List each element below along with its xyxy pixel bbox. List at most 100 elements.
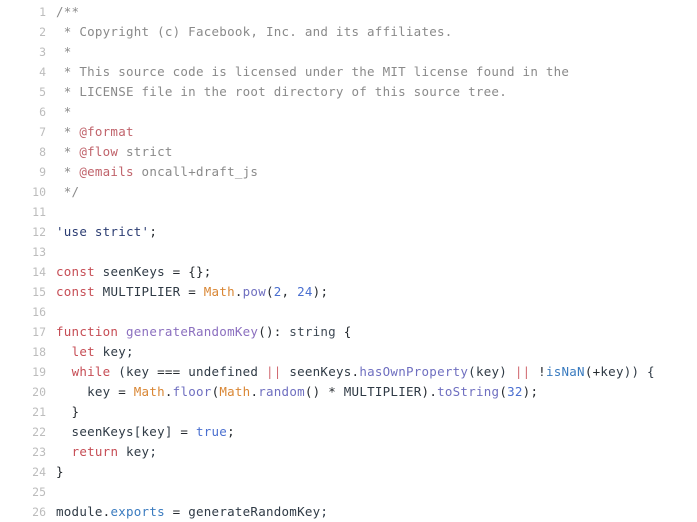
line-content: return key;: [46, 442, 157, 462]
line-number: 4: [39, 65, 46, 79]
line-content: * @emails oncall+draft_js: [46, 162, 258, 182]
code-token-builtin: Math: [203, 284, 235, 299]
code-token-string: 'use strict': [56, 224, 150, 239]
code-token-method: random: [258, 384, 305, 399]
code-token-plain: );: [312, 284, 329, 299]
line-number: 22: [32, 425, 46, 439]
line-content: seenKeys[key] = true;: [46, 422, 235, 442]
line-number: 6: [39, 105, 46, 119]
code-token-plain: ;: [227, 424, 235, 439]
code-token-doctag: @flow: [79, 144, 119, 159]
code-token-plain: ===: [157, 364, 181, 379]
code-line[interactable]: 19 while (key === undefined || seenKeys.…: [0, 362, 697, 382]
line-number: 5: [39, 85, 46, 99]
code-token-comment: * LICENSE file in the root directory of …: [56, 84, 507, 99]
code-line[interactable]: 11: [0, 202, 697, 222]
code-line[interactable]: 18 let key;: [0, 342, 697, 362]
code-token-comment: *: [56, 44, 72, 59]
line-number: 20: [32, 385, 46, 399]
line-number: 10: [32, 185, 46, 199]
code-token-type: string: [289, 324, 336, 339]
line-content: key = Math.floor(Math.random() * MULTIPL…: [46, 382, 538, 402]
code-token-op: ||: [265, 364, 282, 379]
code-line[interactable]: 12'use strict';: [0, 222, 697, 242]
code-line[interactable]: 16: [0, 302, 697, 322]
code-token-plain: (): [304, 384, 329, 399]
line-number: 21: [32, 405, 46, 419]
line-content: }: [46, 462, 64, 482]
line-content: *: [46, 102, 72, 122]
code-token-method: toString: [437, 384, 500, 399]
code-token-keyword: let: [71, 344, 95, 359]
line-content: *: [46, 42, 72, 62]
code-line[interactable]: 6 *: [0, 102, 697, 122]
code-token-comment: *: [56, 124, 80, 139]
code-token-plain: (: [265, 284, 274, 299]
code-token-plain: !: [538, 364, 546, 379]
line-number: 7: [39, 125, 46, 139]
code-token-comment: */: [56, 184, 80, 199]
code-line[interactable]: 26 module.exports = generateRandomKey;: [0, 502, 697, 522]
code-line[interactable]: 2 * Copyright (c) Facebook, Inc. and its…: [0, 22, 697, 42]
code-line[interactable]: 20 key = Math.floor(Math.random() * MULT…: [0, 382, 697, 402]
line-number: 23: [32, 445, 46, 459]
line-content: * This source code is licensed under the…: [46, 62, 569, 82]
code-line[interactable]: 22 seenKeys[key] = true;: [0, 422, 697, 442]
code-token-plain: );: [522, 384, 539, 399]
code-line-list: 1 /** 2 * Copyright (c) Facebook, Inc. and…: [0, 2, 697, 522]
code-token-prop: isNaN: [545, 364, 585, 379]
code-line[interactable]: 13: [0, 242, 697, 262]
code-token-const: 2: [273, 284, 282, 299]
code-token-ident: key)) {: [600, 364, 655, 379]
code-token-const: 24: [297, 284, 313, 299]
line-content: module.exports = generateRandomKey;: [46, 502, 328, 522]
code-token-keyword: const: [56, 284, 95, 299]
line-content: function generateRandomKey(): string {: [46, 322, 352, 342]
line-number: 25: [32, 485, 46, 499]
code-token-keyword: function: [56, 324, 119, 339]
code-token-func: generateRandomKey: [126, 324, 259, 339]
line-number: 2: [39, 25, 46, 39]
line-number: 19: [32, 365, 46, 379]
code-line[interactable]: 10 */: [0, 182, 697, 202]
code-line[interactable]: 9 * @emails oncall+draft_js: [0, 162, 697, 182]
code-token-ident: key;: [118, 444, 158, 459]
code-token-plain: {: [335, 324, 352, 339]
code-token-ident: key: [56, 384, 119, 399]
code-token-builtin: Math: [219, 384, 251, 399]
code-line[interactable]: 1 /**: [0, 2, 697, 22]
code-viewer[interactable]: 1 /** 2 * Copyright (c) Facebook, Inc. and…: [0, 0, 697, 519]
code-line[interactable]: 17 function generateRandomKey(): string {: [0, 322, 697, 342]
code-token-comment: oncall+draft_js: [133, 164, 259, 179]
code-token-ident: (key: [110, 364, 158, 379]
code-line[interactable]: 3 *: [0, 42, 697, 62]
code-line[interactable]: 15 const MULTIPLIER = Math.pow(2, 24);: [0, 282, 697, 302]
code-token-keyword: return: [71, 444, 119, 459]
line-number: 12: [32, 225, 46, 239]
code-line[interactable]: 21 }: [0, 402, 697, 422]
line-content: 'use strict';: [46, 222, 157, 242]
code-token-op: ||: [514, 364, 531, 379]
line-content: const seenKeys = {};: [46, 262, 212, 282]
code-token-keyword: while: [71, 364, 111, 379]
line-number: 9: [39, 165, 46, 179]
code-token-plain: =: [118, 384, 126, 399]
code-line[interactable]: 23 return key;: [0, 442, 697, 462]
code-line[interactable]: 7 * @format: [0, 122, 697, 142]
code-token-plain: ,: [281, 284, 298, 299]
code-line[interactable]: 24}: [0, 462, 697, 482]
code-line[interactable]: 25: [0, 482, 697, 502]
code-token-comment: *: [56, 164, 80, 179]
code-token-plain: *: [328, 384, 336, 399]
code-line[interactable]: 5 * LICENSE file in the root directory o…: [0, 82, 697, 102]
code-line[interactable]: 14 const seenKeys = {};: [0, 262, 697, 282]
code-token-ident: seenKeys[key]: [56, 424, 181, 439]
code-token-ident: seenKeys: [94, 264, 173, 279]
code-line[interactable]: 4 * This source code is licensed under t…: [0, 62, 697, 82]
code-token-comment: * Copyright (c) Facebook, Inc. and its a…: [56, 24, 453, 39]
line-number: 15: [32, 285, 46, 299]
code-line[interactable]: 8 * @flow strict: [0, 142, 697, 162]
